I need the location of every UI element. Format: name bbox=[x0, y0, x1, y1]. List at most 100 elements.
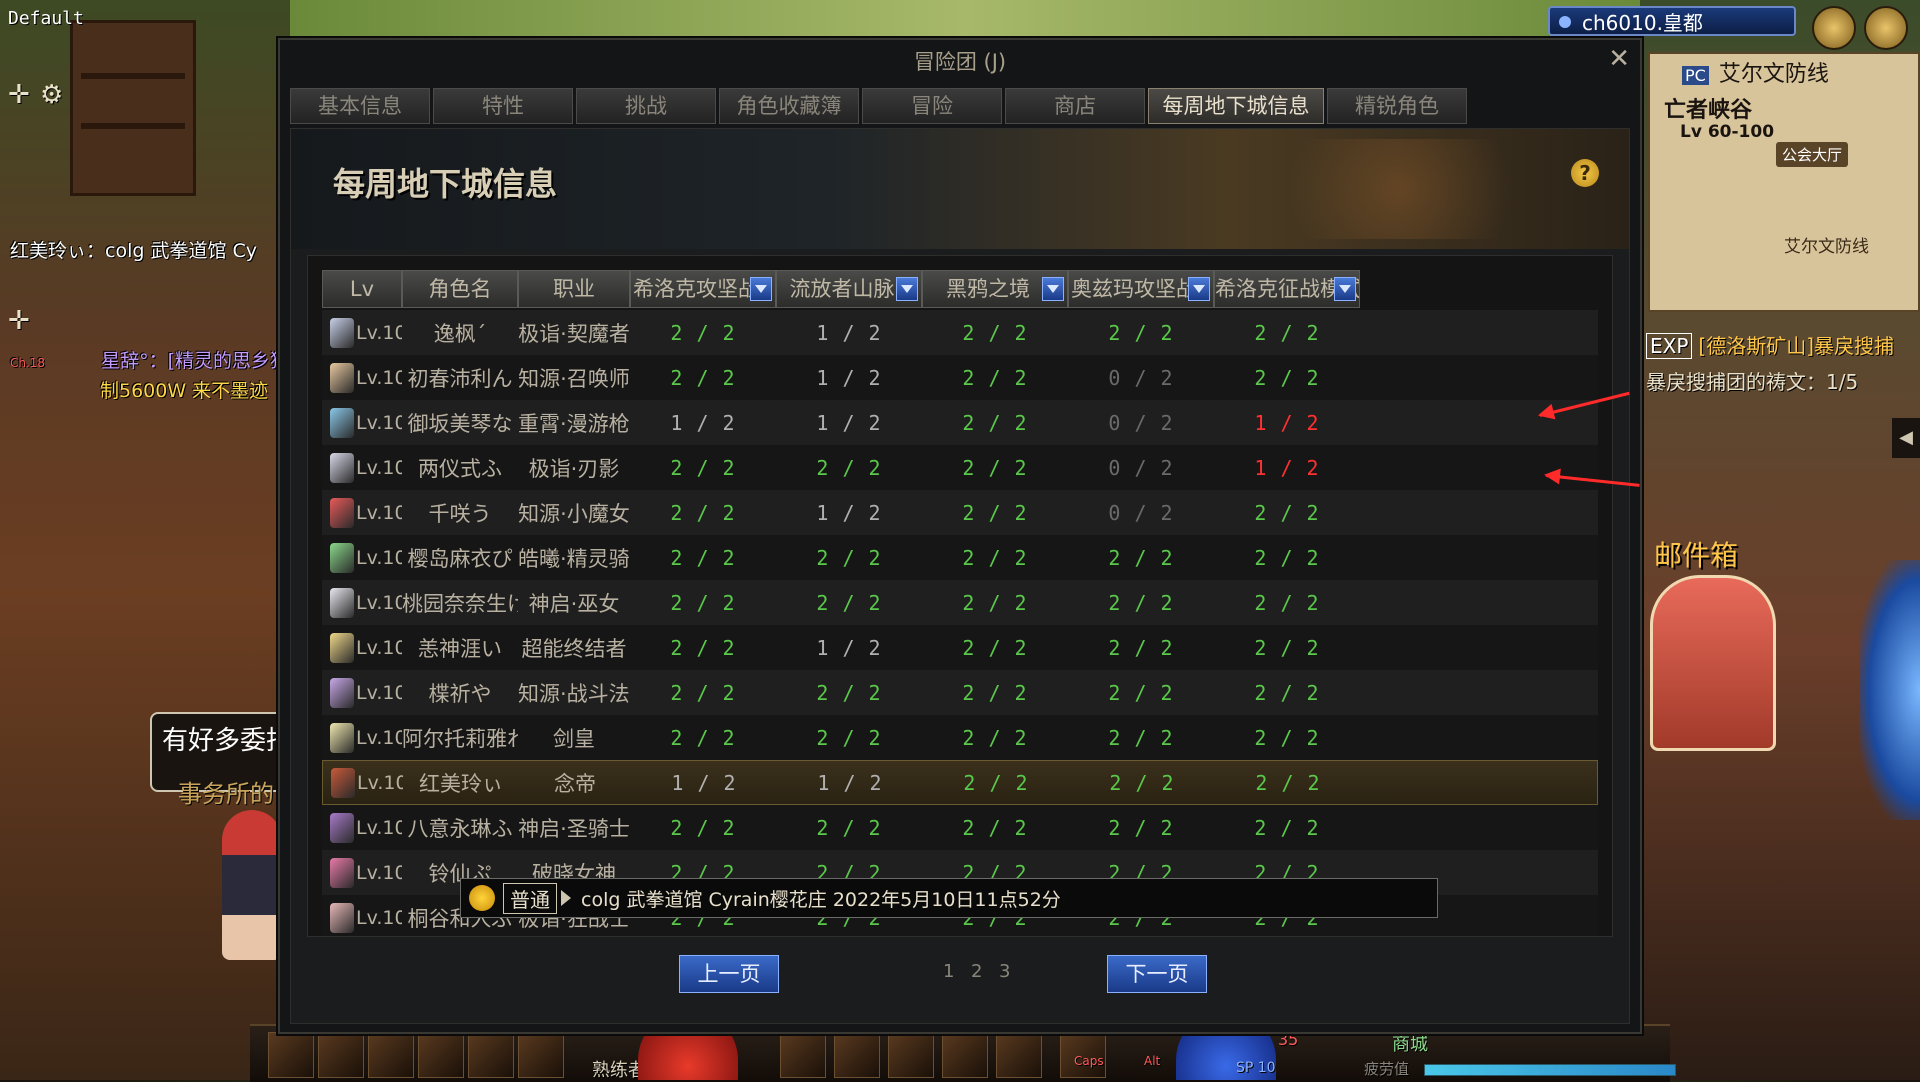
level-text: Lv.100 bbox=[356, 861, 402, 884]
column-header-6[interactable]: 黑鸦之境 bbox=[922, 270, 1068, 308]
table-row[interactable]: Lv.100樱岛麻衣ぴ皓曦·精灵骑士 2 / 2 2 / 2 2 / 2 2 / 2 2 … bbox=[322, 535, 1598, 580]
table-row[interactable]: Lv.100初春沛利ん知源·召唤师 2 / 2 1 / 2 2 / 2 0 / 2 2 /… bbox=[322, 355, 1598, 400]
close-icon[interactable]: ✕ bbox=[1608, 44, 1630, 74]
cell-character-name: 桃园奈奈生け bbox=[402, 591, 518, 616]
skill-slot-3[interactable] bbox=[368, 1032, 414, 1078]
table-row[interactable]: Lv.100 恙神涯い超能终结者 2 / 2 1 / 2 2 / 2 2 / 2 2 / 2 bbox=[322, 625, 1598, 670]
cell-dungeon-4: 2 / 2 bbox=[1108, 320, 1174, 345]
tab-4[interactable]: 角色收藏簿 bbox=[719, 88, 859, 124]
channel-indicator[interactable]: ch6010.皇都 bbox=[1548, 6, 1796, 36]
chat-line-1-text: 红美玲ぃ：colg 武拳道馆 Cy bbox=[10, 240, 258, 262]
skill-slot-7[interactable] bbox=[780, 1032, 826, 1078]
quest-tracker-title[interactable]: EXP [德洛斯矿山]暴戾搜捕 bbox=[1646, 330, 1920, 359]
tab-3[interactable]: 挑战 bbox=[576, 88, 716, 124]
level-text: Lv.100 bbox=[356, 411, 402, 434]
cell-dungeon-2: 2 / 2 bbox=[816, 545, 882, 570]
cell-dungeon-3: 2 / 2 bbox=[962, 500, 1028, 525]
character-avatar bbox=[330, 542, 354, 573]
skill-slot-2[interactable] bbox=[318, 1032, 364, 1078]
chat-popup[interactable]: 普通 colg 武拳道馆 Cyrain樱花庄 2022年5月10日11点52分 bbox=[460, 878, 1438, 918]
skill-slot-6[interactable] bbox=[518, 1032, 564, 1078]
column-header-5[interactable]: 流放者山脉 bbox=[776, 270, 922, 308]
cell-dungeon-4: 2 / 2 bbox=[1108, 725, 1174, 750]
help-icon[interactable]: ? bbox=[1571, 159, 1599, 187]
minimap[interactable] bbox=[1648, 52, 1920, 312]
npc-caption: 事务所的 bbox=[178, 780, 274, 808]
dropdown-arrow-icon[interactable] bbox=[896, 277, 918, 301]
cell-dungeon-3: 2 / 2 bbox=[962, 815, 1028, 840]
cell-dungeon-1: 2 / 2 bbox=[670, 635, 736, 660]
cell-dungeon-5: 2 / 2 bbox=[1254, 590, 1320, 615]
table-row[interactable]: Lv.100桃园奈奈生け神启·巫女 2 / 2 2 / 2 2 / 2 2 / 2 2 /… bbox=[322, 580, 1598, 625]
move-icon[interactable]: ✛ bbox=[8, 80, 30, 110]
cell-dungeon-5: 2 / 2 bbox=[1254, 545, 1320, 570]
npc-character[interactable] bbox=[222, 810, 282, 960]
table-row[interactable]: Lv.100 楪祈や 知源·战斗法师 2 / 2 2 / 2 2 / 2 2 / 2 2 / … bbox=[322, 670, 1598, 715]
cell-dungeon-5: 2 / 2 bbox=[1255, 770, 1321, 795]
mailbox-npc[interactable] bbox=[1650, 575, 1776, 751]
skill-slot-11[interactable] bbox=[996, 1032, 1042, 1078]
skill-slot-1[interactable] bbox=[268, 1032, 314, 1078]
cell-dungeon-2: 1 / 2 bbox=[816, 410, 882, 435]
prev-page-button[interactable]: 上一页 bbox=[679, 955, 779, 993]
page-3[interactable]: 3 bbox=[999, 961, 1010, 982]
compass-orb-icon[interactable] bbox=[1864, 6, 1908, 50]
pagination: 上一页 1 2 3 下一页 bbox=[291, 955, 1629, 995]
table-row[interactable]: Lv.100御坂美琴な重霄·漫游枪手 1 / 2 1 / 2 2 / 2 0 / 2 1 … bbox=[322, 400, 1598, 445]
character-avatar bbox=[330, 632, 354, 663]
column-header-7[interactable]: 奥兹玛攻坚战 bbox=[1068, 270, 1214, 308]
table-row[interactable]: Lv.100 红美玲ぃ 念帝 1 / 2 1 / 2 2 / 2 2 / 2 2 / 2 bbox=[322, 760, 1598, 805]
level-text: Lv.100 bbox=[356, 591, 402, 614]
tab-6[interactable]: 商店 bbox=[1005, 88, 1145, 124]
cell-character-name: 御坂美琴な bbox=[407, 411, 513, 436]
column-header-8[interactable]: 希洛克征战模式 bbox=[1214, 270, 1360, 308]
tab-5[interactable]: 冒险 bbox=[862, 88, 1002, 124]
dropdown-arrow-icon[interactable] bbox=[1334, 277, 1356, 301]
chat-channel-badge[interactable]: 普通 bbox=[503, 882, 557, 914]
table-row[interactable]: Lv.100 逸枫ˊ 极诣·契魔者 2 / 2 1 / 2 2 / 2 2 / 2 2 / 2 bbox=[322, 310, 1598, 355]
cell-level: Lv.100 bbox=[322, 497, 402, 528]
page-title: 每周地下城信息 bbox=[333, 165, 558, 203]
tab-7[interactable]: 每周地下城信息 bbox=[1148, 88, 1324, 124]
cell-level: Lv.100 bbox=[322, 317, 402, 348]
skill-slot-8[interactable] bbox=[834, 1032, 880, 1078]
move-icon-2[interactable]: ✛ bbox=[8, 306, 30, 336]
character-avatar bbox=[330, 317, 354, 348]
dropdown-arrow-icon[interactable] bbox=[1042, 277, 1064, 301]
page-2[interactable]: 2 bbox=[971, 961, 982, 982]
column-header-4[interactable]: 希洛克攻坚战 bbox=[630, 270, 776, 308]
collapse-arrow-icon[interactable]: ◀ bbox=[1892, 418, 1920, 458]
dropdown-arrow-icon[interactable] bbox=[1188, 277, 1210, 301]
cell-dungeon-4: 2 / 2 bbox=[1108, 590, 1174, 615]
table-row[interactable]: Lv.100阿尔托莉雅わ 剑皇 2 / 2 2 / 2 2 / 2 2 / 2 2 / 2 bbox=[322, 715, 1598, 760]
gear-icon[interactable]: ⚙ bbox=[40, 80, 63, 110]
minimap-room[interactable]: 公会大厅 bbox=[1776, 142, 1849, 167]
skill-slot-5[interactable] bbox=[468, 1032, 514, 1078]
cell-dungeon-5: 1 / 2 bbox=[1254, 455, 1320, 480]
character-avatar bbox=[330, 452, 354, 483]
cell-dungeon-4: 2 / 2 bbox=[1108, 545, 1174, 570]
table-row[interactable]: Lv.100八意永琳ふ神启·圣骑士 2 / 2 2 / 2 2 / 2 2 / 2 2 /… bbox=[322, 805, 1598, 850]
level-text: Lv.100 bbox=[357, 771, 403, 794]
level-text: Lv.100 bbox=[356, 456, 402, 479]
cell-level: Lv.100 bbox=[322, 587, 402, 618]
level-text: Lv.100 bbox=[356, 816, 402, 839]
page-1[interactable]: 1 bbox=[943, 961, 954, 982]
character-avatar bbox=[330, 362, 354, 393]
next-page-button[interactable]: 下一页 bbox=[1107, 955, 1207, 993]
character-avatar bbox=[330, 722, 354, 753]
tab-1[interactable]: 基本信息 bbox=[290, 88, 430, 124]
skill-slot-4[interactable] bbox=[418, 1032, 464, 1078]
tab-2[interactable]: 特性 bbox=[433, 88, 573, 124]
table-row[interactable]: Lv.100 两仪式ふ 极诣·刃影 2 / 2 2 / 2 2 / 2 0 / 2 1 / 2 bbox=[322, 445, 1598, 490]
cell-level: Lv.100 bbox=[322, 542, 402, 573]
cell-dungeon-3: 2 / 2 bbox=[962, 320, 1028, 345]
dropdown-arrow-icon[interactable] bbox=[750, 277, 772, 301]
dungeon-table: Lv 角色名 职业 希洛克攻坚战 流放者山脉 黑鸦之境 奥兹玛攻坚战 希洛克征战模式 Lv.1… bbox=[307, 255, 1613, 937]
table-row[interactable]: Lv.100 千咲う 知源·小魔女 2 / 2 1 / 2 2 / 2 0 / 2 2 / 2 bbox=[322, 490, 1598, 535]
menu-orb-icon[interactable] bbox=[1812, 6, 1856, 50]
skill-slot-10[interactable] bbox=[942, 1032, 988, 1078]
skill-slot-9[interactable] bbox=[888, 1032, 934, 1078]
tab-8[interactable]: 精锐角色 bbox=[1327, 88, 1467, 124]
chat-line-2-text: 星辞°：[精灵的思乡猫 bbox=[101, 350, 290, 372]
